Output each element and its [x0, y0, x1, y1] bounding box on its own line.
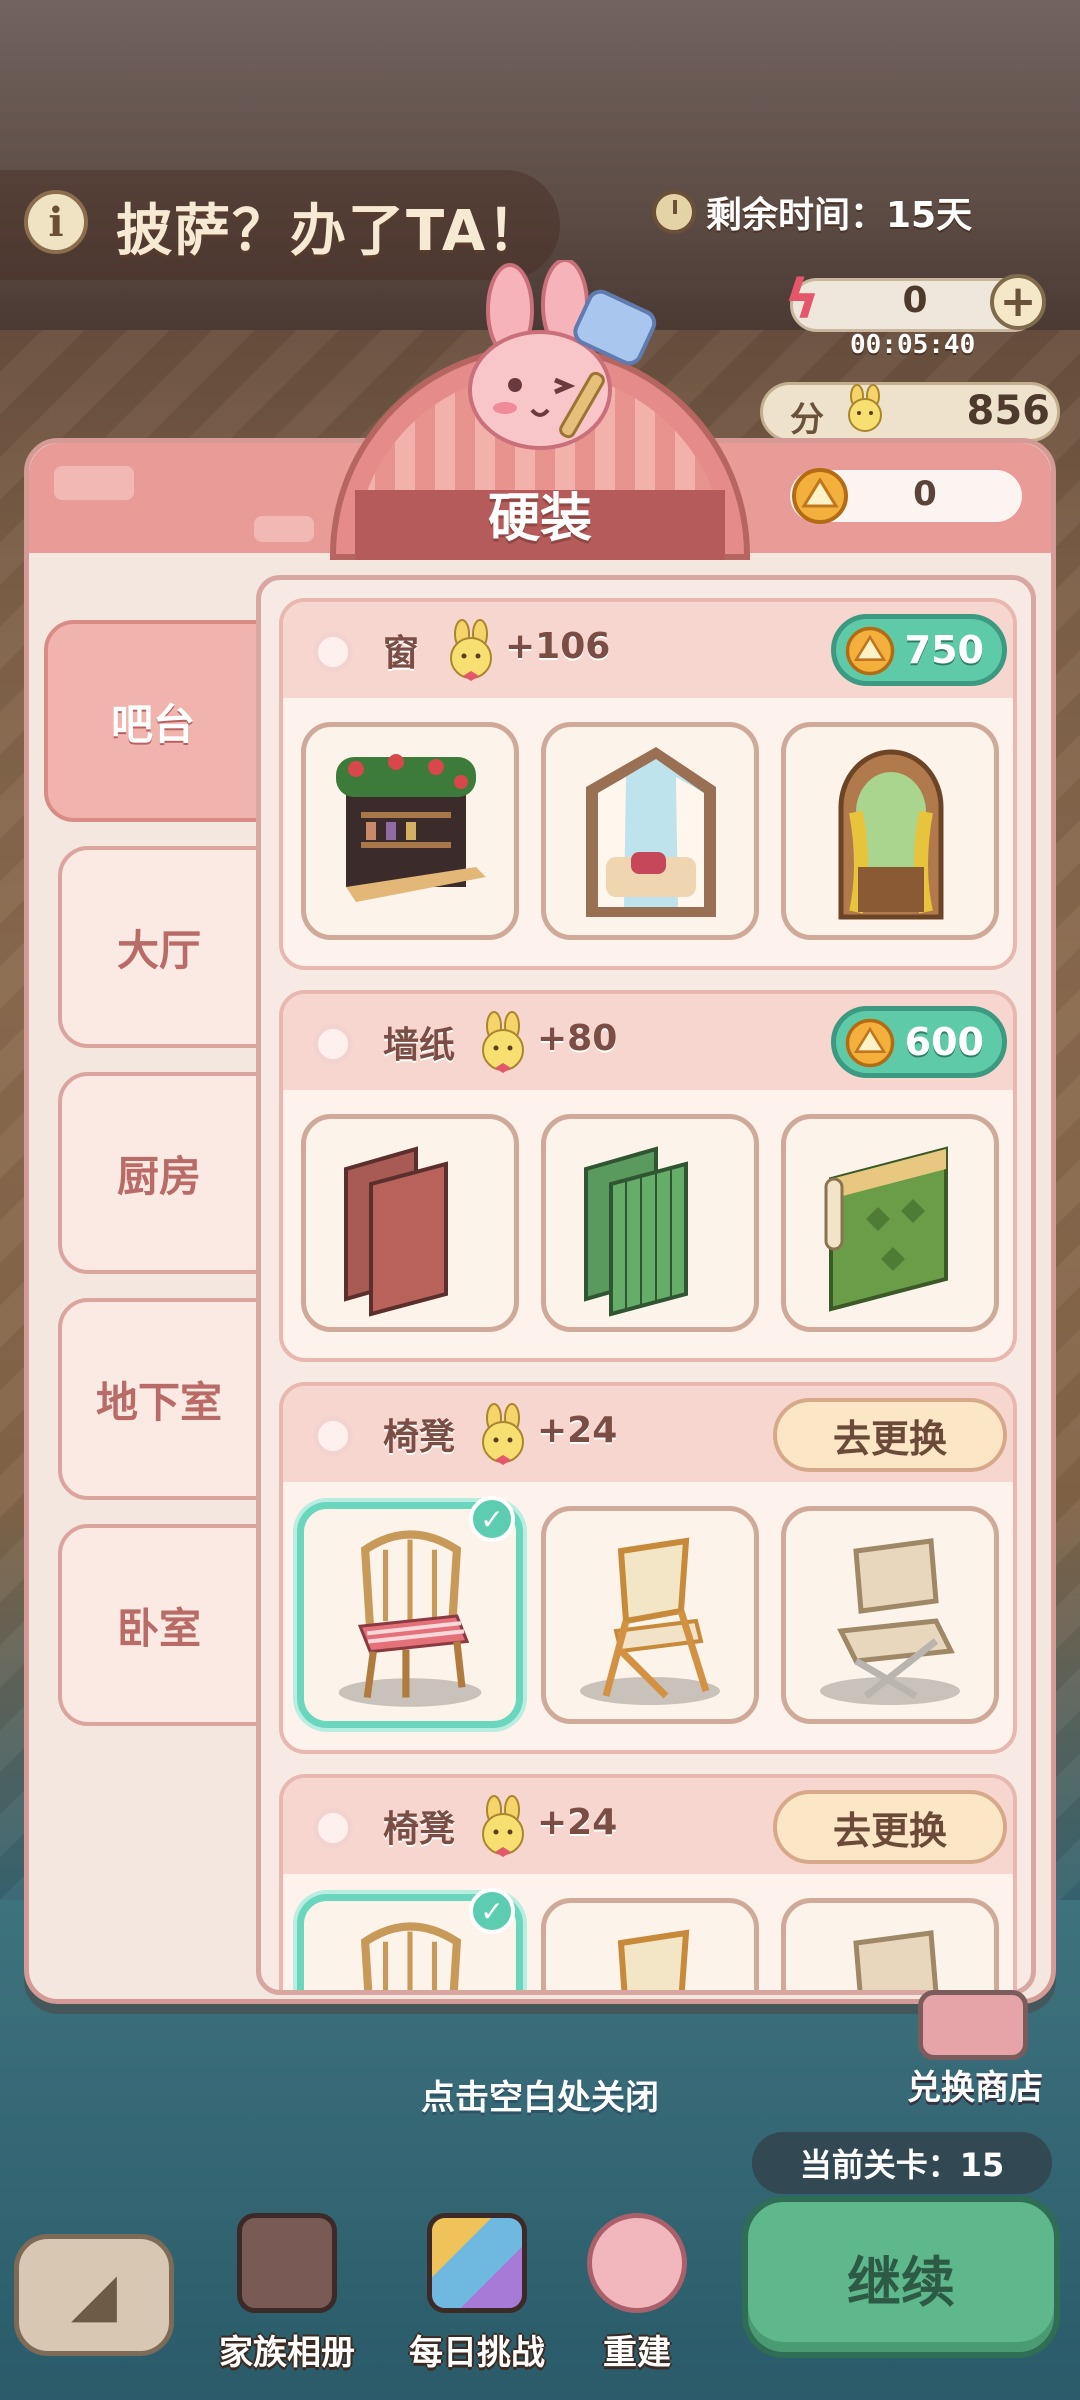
section-name: 墙纸 — [383, 1025, 456, 1066]
folding-chair-thumb — [617, 1929, 690, 1990]
red-wallpaper-thumb — [344, 1146, 448, 1317]
bunny-score-icon — [450, 619, 492, 681]
section-score: +80 — [537, 1018, 618, 1059]
section-score: +106 — [505, 626, 611, 667]
price-value: 750 — [904, 628, 984, 672]
decor-option[interactable] — [541, 1898, 759, 1990]
decor-option[interactable] — [781, 1898, 999, 1990]
nav-daily-challenge[interactable]: 每日挑战 — [402, 2205, 552, 2375]
bunny-mascot-icon — [468, 260, 657, 450]
decor-option[interactable] — [301, 1114, 519, 1332]
decor-option[interactable] — [781, 1506, 999, 1724]
nav-label: 重建 — [603, 2333, 671, 2373]
level-title: 披萨？办了TA！ — [116, 199, 546, 264]
bunny-score-icon — [482, 1403, 524, 1465]
price-value: 600 — [904, 1020, 984, 1064]
close-hint: 点击空白处关闭 — [421, 2078, 659, 2118]
section-score: +24 — [537, 1802, 618, 1843]
tab-basement[interactable]: 地下室 — [58, 1298, 260, 1500]
bar-shelf-window-thumb — [336, 754, 486, 902]
puzzle-icon — [427, 2213, 527, 2313]
shop-icon[interactable] — [918, 1990, 1028, 2060]
album-icon — [237, 2213, 337, 2313]
coin-icon — [845, 626, 895, 676]
bunny-score-icon — [482, 1011, 524, 1073]
decor-option[interactable] — [541, 722, 759, 940]
header-highlight — [54, 466, 134, 500]
nav-rebuild[interactable]: 重建 — [562, 2205, 712, 2375]
tab-kitchen[interactable]: 厨房 — [58, 1072, 260, 1274]
section-dot-icon — [313, 1808, 353, 1848]
add-energy-button[interactable]: + — [990, 274, 1046, 330]
section-name: 椅凳 — [383, 1809, 456, 1850]
continue-button[interactable]: 继续 — [742, 2196, 1060, 2358]
decor-section-window: 窗 +106 750 — [279, 598, 1017, 970]
header-highlight — [254, 516, 314, 542]
clock-icon — [652, 190, 696, 234]
tab-bar-counter[interactable]: 吧台 — [44, 620, 262, 822]
bunny-score-icon — [482, 1795, 524, 1857]
buy-button[interactable]: 750 — [831, 614, 1007, 686]
section-dot-icon — [313, 632, 353, 672]
folding-chair-thumb — [580, 1537, 720, 1705]
bunny-score-icon — [848, 384, 882, 432]
bolt-icon: ϟ — [784, 268, 820, 331]
remaining-time: 剩余时间：15天 — [652, 186, 972, 238]
back-arrow-icon: ◢ — [70, 2260, 118, 2330]
patterned-wallpaper-thumb — [824, 1146, 948, 1312]
current-level: 当前关卡：15 — [752, 2132, 1052, 2194]
energy-timer: 00:05:40 — [850, 330, 976, 360]
section-name: 椅凳 — [383, 1417, 456, 1458]
tab-lobby[interactable]: 大厅 — [58, 846, 260, 1048]
coin-icon — [845, 1018, 895, 1068]
modal-title: 硬装 — [487, 489, 592, 549]
section-name: 窗 — [383, 633, 420, 674]
info-icon[interactable]: i — [24, 190, 88, 254]
decor-option[interactable] — [541, 1114, 759, 1332]
director-chair-thumb — [853, 1930, 939, 1990]
coin-balance: 0 — [913, 474, 937, 514]
check-icon: ✓ — [469, 1496, 515, 1542]
section-dot-icon — [313, 1416, 353, 1456]
nav-label: 家族相册 — [219, 2333, 355, 2373]
decor-list[interactable]: 窗 +106 750 墙纸 +80 600 椅凳 +24 去更换 ✓ 椅凳 +2… — [256, 575, 1036, 1995]
decor-section-chair: 椅凳 +24 去更换 ✓ — [279, 1382, 1017, 1754]
back-button[interactable]: ◢ — [14, 2234, 174, 2356]
decor-section-chair: 椅凳 +24 去更换 ✓ — [279, 1774, 1017, 1990]
energy-value: 0 — [902, 280, 928, 321]
buy-button[interactable]: 600 — [831, 1006, 1007, 1078]
coin-icon — [792, 468, 848, 524]
exchange-shop-label[interactable]: 兑换商店 — [890, 2060, 1060, 2109]
green-tile-wallpaper-thumb — [584, 1146, 688, 1317]
section-dot-icon — [313, 1024, 353, 1064]
nav-family-album[interactable]: 家族相册 — [212, 2205, 362, 2375]
check-icon: ✓ — [469, 1888, 515, 1934]
decor-option[interactable] — [781, 1114, 999, 1332]
decor-option[interactable] — [541, 1506, 759, 1724]
section-score: +24 — [537, 1410, 618, 1451]
timer-text: 剩余时间：15天 — [706, 195, 973, 236]
curtain-window-thumb — [586, 747, 716, 917]
director-chair-thumb — [820, 1538, 960, 1705]
score-value: 856 — [966, 388, 1051, 434]
bunny-hammer-icon — [587, 2213, 687, 2313]
decor-section-wallpaper: 墙纸 +80 600 — [279, 990, 1017, 1362]
decor-option[interactable] — [781, 722, 999, 940]
decor-option[interactable] — [301, 722, 519, 940]
arched-window-thumb — [838, 749, 944, 920]
score-label: 分 — [790, 400, 824, 440]
tab-bedroom[interactable]: 卧室 — [58, 1524, 260, 1726]
swap-button[interactable]: 去更换 — [773, 1398, 1007, 1472]
swap-button[interactable]: 去更换 — [773, 1790, 1007, 1864]
